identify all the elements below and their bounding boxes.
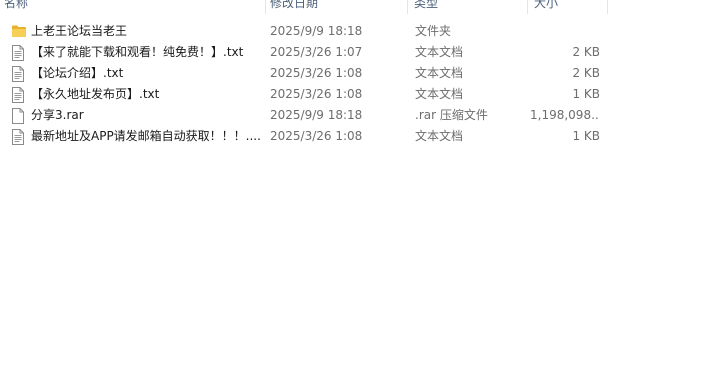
column-header-date-label: 修改日期 (270, 0, 319, 10)
file-date: 2025/3/26 1:08 (270, 66, 363, 80)
file-type: 文件夹 (415, 24, 452, 38)
file-size: 2 KB (572, 45, 600, 59)
column-header-name-label: 名称 (4, 0, 29, 10)
file-date: 2025/9/9 18:18 (270, 108, 363, 122)
file-date: 2025/3/26 1:07 (270, 45, 363, 59)
file-name: 分享3.rar (31, 108, 84, 122)
column-header-type[interactable]: 类型 (408, 0, 528, 14)
file-row[interactable]: 【来了就能下载和观看！纯免费！】.txt 2025/3/26 1:07 文本文档… (0, 42, 701, 63)
column-divider[interactable] (607, 0, 608, 14)
text-file-icon (11, 63, 27, 84)
file-name: 最新地址及APP请发邮箱自动获取！！！.... (31, 129, 261, 143)
file-list: 上老王论坛当老王 2025/9/9 18:18 文件夹 【来了就能下载和观看！纯… (0, 21, 701, 147)
text-file-icon (11, 42, 27, 63)
file-type: 文本文档 (415, 87, 464, 101)
file-size: 1 KB (572, 129, 600, 143)
text-file-icon (11, 84, 27, 105)
file-type: 文本文档 (415, 45, 464, 59)
file-row[interactable]: 【永久地址发布页】.txt 2025/3/26 1:08 文本文档 1 KB (0, 84, 701, 105)
file-type: 文本文档 (415, 129, 464, 143)
file-row[interactable]: 【论坛介绍】.txt 2025/3/26 1:08 文本文档 2 KB (0, 63, 701, 84)
file-name: 上老王论坛当老王 (31, 24, 128, 38)
file-row[interactable]: 上老王论坛当老王 2025/9/9 18:18 文件夹 (0, 21, 701, 42)
file-row[interactable]: 最新地址及APP请发邮箱自动获取！！！.... 2025/3/26 1:08 文… (0, 126, 701, 147)
text-file-icon (11, 126, 27, 147)
file-explorer: 名称 修改日期 类型 大小 上老王论坛当老王 2025/9/9 18:18 文件… (0, 0, 701, 365)
file-size: 1 KB (572, 87, 600, 101)
file-size: 2 KB (572, 66, 600, 80)
folder-icon (11, 21, 27, 42)
file-date: 2025/3/26 1:08 (270, 129, 363, 143)
file-type: 文本文档 (415, 66, 464, 80)
column-header-type-label: 类型 (414, 0, 439, 10)
file-row[interactable]: 分享3.rar 2025/9/9 18:18 .rar 压缩文件 1,198,0… (0, 105, 701, 126)
column-header-bar: 名称 修改日期 类型 大小 (0, 0, 701, 14)
file-type: .rar 压缩文件 (415, 108, 488, 122)
file-size (530, 21, 600, 42)
file-date: 2025/3/26 1:08 (270, 87, 363, 101)
file-date: 2025/9/9 18:18 (270, 24, 363, 38)
file-size: 1,198,098... (530, 108, 600, 122)
file-icon (11, 105, 27, 126)
column-header-name[interactable]: 名称 (4, 0, 266, 14)
file-name: 【论坛介绍】.txt (31, 66, 124, 80)
file-name: 【永久地址发布页】.txt (31, 87, 160, 101)
column-header-size[interactable]: 大小 (528, 0, 608, 14)
column-header-size-label: 大小 (534, 0, 559, 10)
file-name: 【来了就能下载和观看！纯免费！】.txt (31, 45, 244, 59)
column-header-date[interactable]: 修改日期 (266, 0, 408, 14)
